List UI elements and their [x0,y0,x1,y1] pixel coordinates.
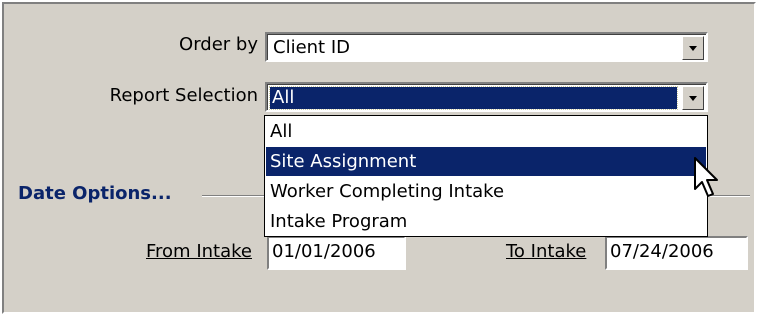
report-selection-dropdown-list: All Site Assignment Worker Completing In… [264,115,708,237]
order-by-combobox[interactable]: Client ID [265,32,708,62]
order-by-value: Client ID [273,37,351,58]
mouse-pointer-icon [694,157,718,197]
dropdown-option-site-assignment[interactable]: Site Assignment [266,147,706,176]
to-intake-field[interactable]: 07/24/2006 [605,236,748,270]
chevron-down-icon [689,96,697,101]
dropdown-option-intake-program[interactable]: Intake Program [266,207,706,236]
report-selection-current: All [269,86,678,110]
from-intake-label: From Intake [146,241,252,262]
section-divider-left [202,195,264,197]
dropdown-option-worker-completing-intake[interactable]: Worker Completing Intake [266,177,706,206]
report-selection-combobox[interactable]: All [265,82,708,112]
chevron-down-icon [689,46,697,51]
dropdown-option-all[interactable]: All [266,117,706,146]
to-intake-label: To Intake [506,241,587,262]
report-selection-label: Report Selection [109,85,258,106]
date-options-heading: Date Options... [18,183,172,204]
order-by-dropdown-button[interactable] [682,36,704,60]
order-by-label: Order by [179,34,258,55]
report-selection-value: All [272,87,295,108]
report-selection-dropdown-button[interactable] [682,86,704,110]
from-intake-field[interactable]: 01/01/2006 [267,236,406,270]
